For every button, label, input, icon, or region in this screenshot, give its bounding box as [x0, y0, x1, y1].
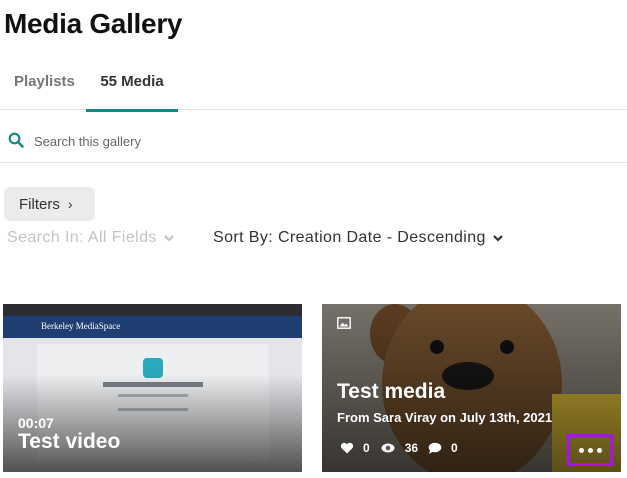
likes-count: 0	[363, 441, 370, 455]
tab-media[interactable]: 55 Media	[86, 72, 178, 112]
search-bar	[0, 121, 627, 163]
media-stats: 0 36 0	[340, 441, 468, 455]
filters-button[interactable]: Filters ›	[4, 187, 95, 221]
thumbnail-browser-bar	[3, 304, 302, 316]
heart-icon	[340, 442, 354, 454]
views-count: 36	[404, 441, 419, 455]
chevron-down-icon	[493, 235, 503, 242]
sort-label: Sort By: Creation Date - Descending	[213, 229, 486, 246]
comments-count: 0	[451, 441, 458, 455]
media-name[interactable]: Test media	[337, 380, 445, 404]
thumbnail-nav: Berkeley MediaSpace	[3, 316, 302, 338]
media-subtitle: From Sara Viray on July 13th, 2021	[337, 410, 553, 425]
video-duration: 00:07	[18, 415, 54, 431]
filters-label: Filters	[19, 195, 60, 213]
chevron-right-icon: ›	[67, 196, 73, 212]
comment-icon	[428, 442, 442, 454]
gallery-tabs: Playlists 55 Media	[0, 64, 627, 112]
ellipsis-icon	[587, 447, 593, 453]
media-name[interactable]: Test video	[18, 430, 120, 454]
more-actions-button[interactable]	[567, 434, 613, 466]
ellipsis-icon	[596, 447, 602, 453]
thumbnail-logo-text: Berkeley MediaSpace	[41, 321, 121, 331]
tab-playlists[interactable]: Playlists	[14, 72, 75, 110]
page-title: Media Gallery	[4, 8, 183, 39]
ellipsis-icon	[578, 447, 584, 453]
sort-dropdown[interactable]: Sort By: Creation Date - Descending	[213, 229, 504, 247]
eye-icon	[381, 443, 395, 453]
search-icon[interactable]	[8, 132, 24, 148]
image-icon	[337, 317, 351, 329]
chevron-down-icon	[164, 235, 174, 242]
search-in-dropdown[interactable]: Search In: All Fields	[7, 229, 175, 247]
media-card-image[interactable]: Test media From Sara Viray on July 13th,…	[322, 304, 621, 472]
media-card-video[interactable]: Berkeley MediaSpace 00:07 Test video	[3, 304, 302, 472]
search-in-label: Search In: All Fields	[7, 229, 157, 246]
search-input[interactable]	[34, 127, 614, 155]
